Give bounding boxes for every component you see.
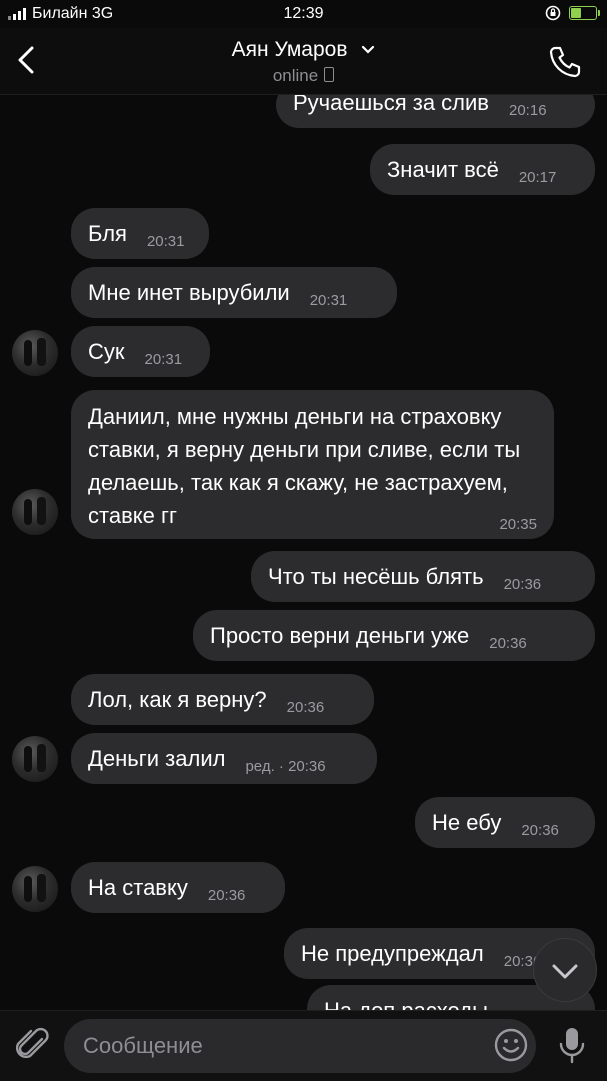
contact-name: Аян Умаров — [231, 38, 348, 61]
message-input[interactable]: Сообщение — [64, 1019, 536, 1073]
message-text: Деньги залил — [88, 746, 226, 771]
message-text: Значит всё — [387, 157, 499, 182]
message-text: Что ты несёшь блять — [268, 564, 484, 589]
status-bar: Билайн 3G 12:39 — [0, 0, 607, 28]
message-text: Сук — [88, 339, 125, 364]
message-bubble[interactable]: Ручаешься за слив 20:16 — [276, 95, 595, 128]
contact-title[interactable]: Аян Умаров — [0, 38, 607, 62]
message-text: Мне инет вырубили — [88, 280, 290, 305]
battery-icon — [569, 6, 600, 20]
message-time: 20:35 — [499, 516, 537, 533]
avatar[interactable] — [12, 866, 58, 912]
avatar[interactable] — [12, 489, 58, 535]
avatar[interactable] — [12, 330, 58, 376]
message-text: Не предупреждал — [301, 941, 484, 966]
message-time: 20:36 — [489, 635, 527, 652]
chevron-down-icon — [362, 46, 375, 55]
lock-rotation-icon — [545, 5, 561, 21]
message-bubble[interactable]: Что ты несёшь блять 20:36 — [251, 551, 595, 602]
message-bubble[interactable]: Не ебу 20:36 — [415, 797, 595, 848]
message-time: 20:31 — [144, 351, 183, 368]
message-text: Ручаешься за слив — [293, 95, 489, 115]
call-icon[interactable] — [547, 44, 583, 80]
message-time: 20:17 — [518, 169, 557, 186]
mobile-icon — [324, 67, 335, 82]
presence-label: online — [272, 66, 319, 85]
message-text: На ставку — [88, 875, 188, 900]
scroll-down-icon — [552, 964, 578, 979]
message-text: Не ебу — [432, 810, 502, 835]
chat-header: Аян Умаров online — [0, 28, 607, 95]
message-time: 20:36 — [286, 699, 325, 716]
status-time: 12:39 — [283, 5, 324, 22]
message-text: Даниил, мне нужны деньги на страховку ст… — [88, 404, 521, 528]
message-text: Бля — [88, 221, 127, 246]
emoji-icon[interactable] — [493, 1027, 529, 1063]
message-bubble[interactable]: Сук 20:31 — [71, 326, 210, 377]
message-time: 20:16 — [509, 102, 547, 119]
message-list[interactable]: Ручаешься за слив 20:16 Значит всё 20:17 Б… — [0, 95, 607, 1010]
message-bubble[interactable]: Лол, как я верну? 20:36 — [71, 674, 374, 725]
message-text: Просто верни деньги уже — [210, 623, 470, 648]
message-text: На доп расходы — [324, 998, 488, 1010]
message-time: ред. · 20:36 — [245, 758, 326, 775]
message-input-placeholder: Сообщение — [83, 1033, 203, 1058]
message-bubble[interactable]: Даниил, мне нужны деньги на страховку ст… — [71, 390, 554, 539]
message-time: 20:36 — [207, 887, 246, 904]
avatar[interactable] — [12, 736, 58, 782]
message-text: Лол, как я верну? — [88, 687, 267, 712]
message-time: 20:36 — [521, 822, 559, 839]
message-time: 20:36 — [503, 576, 542, 593]
message-bubble[interactable]: Просто верни деньги уже 20:36 — [193, 610, 595, 661]
scroll-down-button[interactable] — [533, 938, 597, 1002]
message-bubble[interactable]: Значит всё 20:17 — [370, 144, 595, 195]
mic-icon[interactable] — [555, 1025, 589, 1065]
presence-status: online — [0, 66, 607, 86]
message-bubble[interactable]: Мне инет вырубили 20:31 — [71, 267, 397, 318]
attach-icon[interactable] — [14, 1025, 52, 1065]
message-bubble[interactable]: На ставку 20:36 — [71, 862, 285, 913]
message-bubble[interactable]: Бля 20:31 — [71, 208, 209, 259]
message-bubble[interactable]: Деньги залил ред. · 20:36 — [71, 733, 377, 784]
message-time: 20:31 — [146, 233, 185, 250]
message-time: 20:31 — [309, 292, 348, 309]
